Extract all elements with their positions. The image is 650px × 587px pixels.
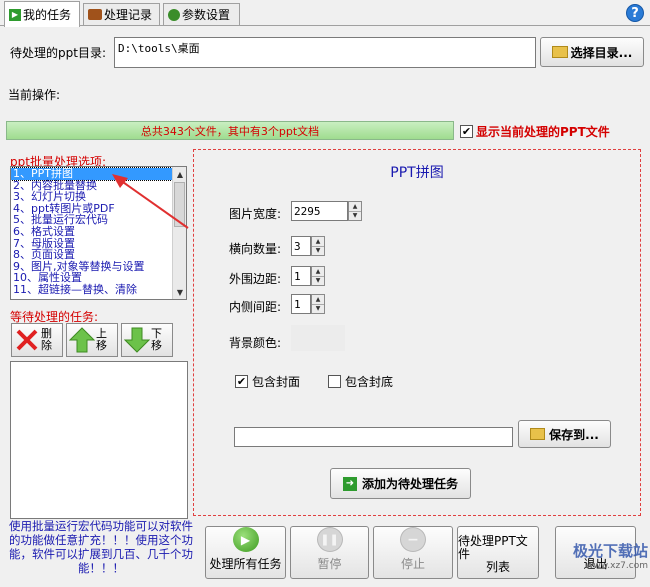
inner-spacing-spinner[interactable]: ▲ ▼ [311,294,325,314]
spin-up-icon[interactable]: ▲ [312,295,324,305]
checkbox-box[interactable]: ✔ [460,125,473,138]
pause-button[interactable]: ❚❚ 暂停 [290,526,369,579]
stop-button[interactable]: − 停止 [373,526,453,579]
folder-open-icon [530,428,546,440]
stop-label: 停止 [400,557,425,571]
tab-settings[interactable]: 参数设置 [163,3,240,25]
choose-dir-button[interactable]: 选择目录... [540,37,644,67]
spin-down-icon[interactable]: ▼ [312,247,324,256]
delete-button[interactable]: 删除 [11,323,63,357]
count-input[interactable]: 3 [291,236,311,256]
briefcase-icon [88,9,102,20]
tab-label: 我的任务 [23,8,72,22]
dir-label: 待处理的ppt目录: [10,46,106,60]
checkbox-box[interactable]: ✔ [235,375,248,388]
pause-circle-icon: ❚❚ [316,527,343,552]
include-cover-label: 包含封面 [252,375,301,389]
save-to-button[interactable]: 保存到... [518,420,611,448]
pending-list[interactable] [10,361,188,519]
arrow-down-icon [124,327,150,353]
outer-margin-input[interactable]: 1 [291,266,311,286]
tree-icon [168,8,180,21]
save-path-input[interactable] [234,427,513,447]
annotation-arrow-icon [112,174,189,229]
watermark-logo: 极光下载站 www.xz7.com [530,540,648,571]
watermark-text: 极光下载站 [572,542,648,560]
move-up-button[interactable]: 上移 [66,323,118,357]
current-op-label: 当前操作: [8,88,61,102]
file-list-label-2: 列表 [485,560,510,574]
play-circle-icon: ▶ [232,527,259,552]
spin-up-icon[interactable]: ▲ [349,202,361,212]
file-list-label: 待处理PPT文件 [458,534,528,561]
delete-x-icon [16,329,38,351]
spin-down-icon[interactable]: ▼ [312,277,324,286]
folder-icon [551,46,568,58]
include-back-label: 包含封底 [345,375,394,389]
delete-label: 删除 [41,327,52,352]
tab-records[interactable]: 处理记录 [83,3,160,25]
option-item[interactable]: 11、超链接—替换、清除 [11,284,186,296]
add-task-button[interactable]: ➜ 添加为待处理任务 [330,468,471,499]
panel-title: PPT拼图 [390,165,444,181]
count-label: 横向数量: [229,242,282,256]
spin-down-icon[interactable]: ▼ [312,305,324,314]
move-down-button[interactable]: 下移 [121,323,173,357]
choose-dir-label: 选择目录... [570,45,633,60]
tip-text: 使用批量运行宏代码功能可以对软件的功能做任意扩充！！！使用这个功能，软件可以扩展… [9,519,193,575]
play-icon: ▶ [9,8,21,21]
tab-label: 参数设置 [182,8,231,22]
tab-label: 处理记录 [104,8,153,22]
outer-margin-label: 外围边距: [229,272,282,286]
add-task-label: 添加为待处理任务 [361,477,458,491]
checkbox-box[interactable] [328,375,341,388]
width-input[interactable]: 2295 [291,201,348,221]
inner-spacing-label: 内侧间距: [229,300,282,314]
spin-up-icon[interactable]: ▲ [312,237,324,247]
inner-spacing-input[interactable]: 1 [291,294,311,314]
option-item[interactable]: 8、页面设置 [11,249,186,261]
help-icon[interactable]: ? [626,4,644,22]
scroll-down-icon[interactable]: ▼ [173,285,186,299]
bg-color-label: 背景颜色: [229,336,282,350]
add-arrow-icon: ➜ [342,476,357,491]
move-down-label: 下移 [151,327,162,352]
outer-margin-spinner[interactable]: ▲ ▼ [311,266,325,286]
pause-label: 暂停 [317,557,342,571]
include-back-checkbox[interactable]: 包含封底 [328,373,393,390]
width-spinner[interactable]: ▲ ▼ [348,201,362,221]
process-all-button[interactable]: ▶ 处理所有任务 [205,526,286,579]
spin-up-icon[interactable]: ▲ [312,267,324,277]
save-to-label: 保存到... [549,427,599,442]
bg-color-swatch[interactable] [291,325,345,351]
file-list-button[interactable]: 待处理PPT文件 列表 [457,526,539,579]
arrow-up-icon [69,327,95,353]
count-spinner[interactable]: ▲ ▼ [311,236,325,256]
show-current-label: 显示当前处理的PPT文件 [476,125,610,139]
include-cover-checkbox[interactable]: ✔ 包含封面 [235,373,300,390]
progress-bar: 总共343个文件，其中有3个ppt文档 [6,121,454,140]
tab-my-tasks[interactable]: ▶ 我的任务 [4,1,80,27]
process-all-label: 处理所有任务 [209,557,282,571]
show-current-checkbox[interactable]: ✔ 显示当前处理的PPT文件 [460,123,610,140]
watermark-url: www.xz7.com [586,561,648,571]
spin-down-icon[interactable]: ▼ [349,212,361,221]
dir-field[interactable]: D:\tools\桌面 [114,37,536,68]
width-label: 图片宽度: [229,207,282,221]
move-up-label: 上移 [96,327,107,352]
stop-circle-icon: − [400,527,426,552]
